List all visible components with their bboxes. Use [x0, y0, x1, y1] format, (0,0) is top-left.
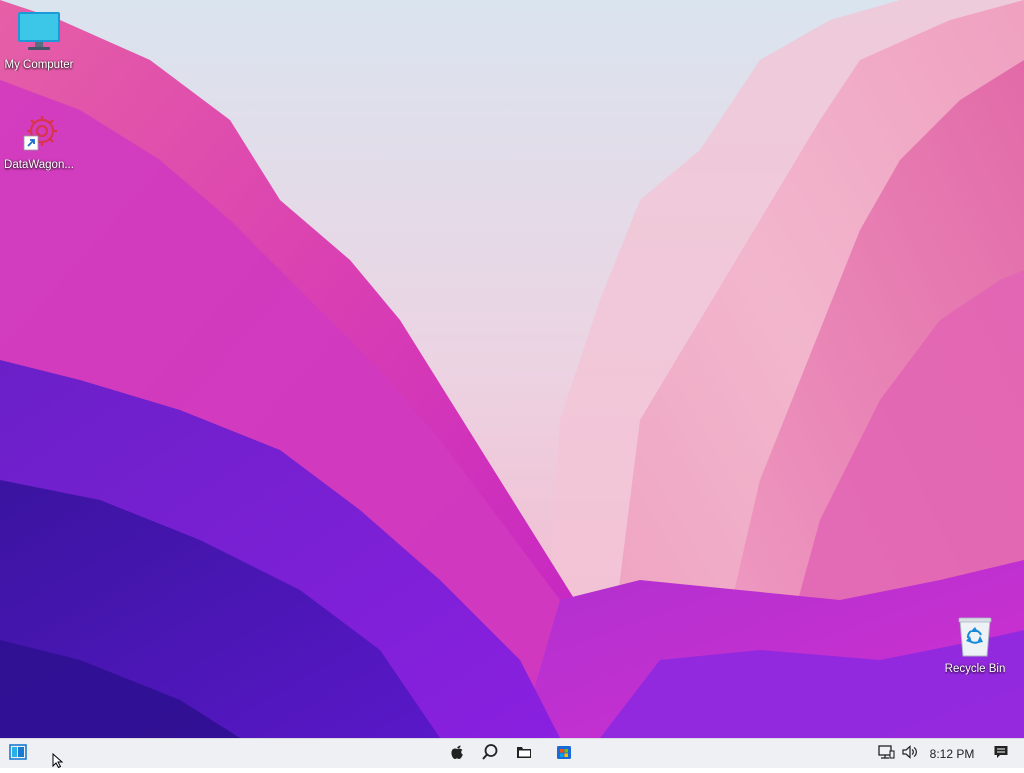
volume-icon [901, 744, 919, 765]
desktop[interactable]: My Computer DataWagon... Recycle Bin [0, 0, 1024, 738]
tray-volume-button[interactable] [897, 742, 923, 766]
start-menu-icon [9, 743, 27, 765]
taskbar-search-button[interactable] [477, 742, 503, 766]
taskbar-apple-button[interactable] [444, 742, 470, 766]
start-button[interactable] [5, 742, 31, 766]
store-icon [556, 744, 572, 765]
notification-icon [993, 744, 1009, 765]
desktop-icon-my-computer[interactable]: My Computer [0, 10, 78, 71]
apple-icon [450, 744, 464, 765]
taskbar-file-explorer-button[interactable] [511, 742, 537, 766]
desktop-icon-recycle-bin[interactable]: Recycle Bin [936, 614, 1014, 675]
desktop-icon-label: DataWagon... [4, 159, 74, 171]
recycle-bin-icon [952, 614, 998, 660]
network-icon [877, 744, 895, 765]
desktop-icon-label: Recycle Bin [944, 663, 1006, 675]
taskbar-clock[interactable]: 8:12 PM [924, 739, 980, 769]
taskbar-store-button[interactable] [551, 742, 577, 766]
notification-center-button[interactable] [988, 742, 1014, 766]
mouse-cursor-icon [52, 752, 64, 773]
monitor-icon [16, 10, 62, 56]
desktop-icon-datawagon[interactable]: DataWagon... [0, 110, 78, 171]
datawagon-shortcut-icon [16, 110, 62, 156]
taskbar: 8:12 PM [0, 738, 1024, 768]
file-explorer-icon [516, 744, 532, 765]
search-icon [481, 743, 499, 766]
wallpaper [0, 0, 1024, 738]
tray-network-button[interactable] [873, 742, 899, 766]
desktop-icon-label: My Computer [4, 59, 74, 71]
